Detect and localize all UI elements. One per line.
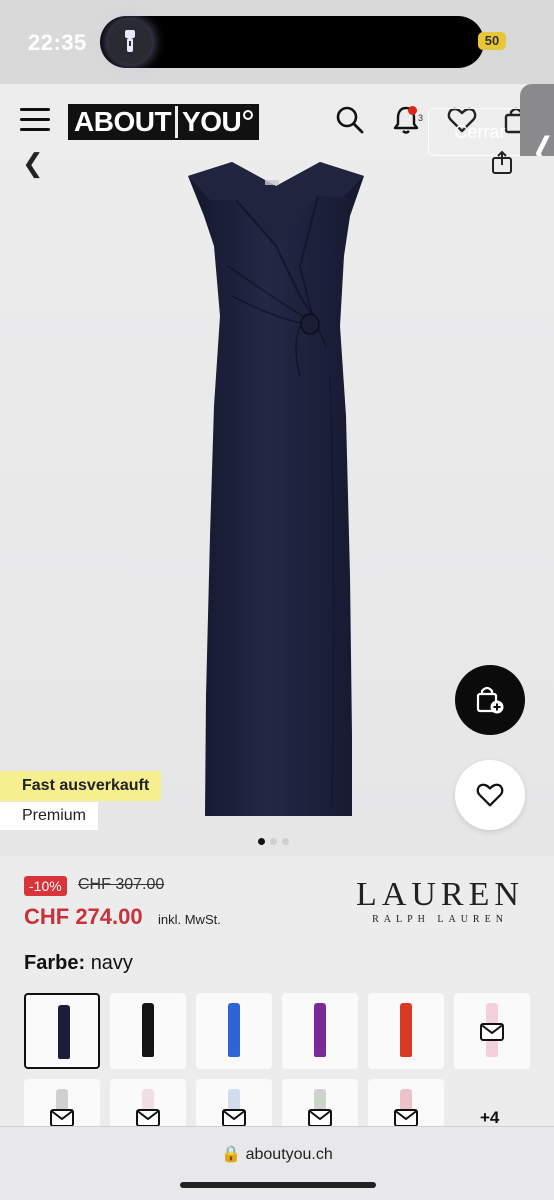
pagination-dot[interactable] xyxy=(270,838,277,845)
color-swatch-pink[interactable] xyxy=(454,993,530,1069)
envelope-icon xyxy=(394,1109,418,1127)
heart-outline-icon xyxy=(476,783,504,807)
envelope-icon xyxy=(136,1109,160,1127)
swatch-dress-thumbnail xyxy=(142,1003,154,1057)
logo-right: YOU xyxy=(178,106,257,138)
search-icon[interactable] xyxy=(334,104,366,136)
envelope-icon xyxy=(222,1109,246,1127)
discount-badge: -10% xyxy=(24,876,67,896)
envelope-icon xyxy=(50,1109,74,1127)
site-logo[interactable]: ABOUT YOU xyxy=(68,104,260,140)
envelope-icon xyxy=(308,1109,332,1127)
brand-name: LAUREN xyxy=(356,876,524,913)
dynamic-island xyxy=(100,16,484,68)
menu-icon[interactable] xyxy=(20,108,50,132)
swatch-dress-thumbnail xyxy=(400,1003,412,1057)
color-swatch-navy[interactable] xyxy=(24,993,100,1069)
premium-badge: Premium xyxy=(0,802,99,830)
url-text[interactable]: 🔒 aboutyou.ch xyxy=(0,1144,554,1164)
color-value: navy xyxy=(90,952,133,974)
share-icon[interactable] xyxy=(490,150,514,176)
color-swatch-purple[interactable] xyxy=(282,993,358,1069)
original-price: CHF 307.00 xyxy=(78,876,165,893)
vat-note: inkl. MwSt. xyxy=(158,912,221,927)
flashlight-icon xyxy=(108,20,152,64)
product-photo xyxy=(188,162,364,816)
back-chevron-icon[interactable]: ❮ xyxy=(22,148,44,179)
sale-badge: Fast ausverkauft xyxy=(0,771,162,801)
notification-dot xyxy=(408,106,417,115)
product-image-gallery[interactable] xyxy=(0,156,554,856)
notification-count: 3 xyxy=(418,113,424,123)
envelope-icon xyxy=(480,1023,504,1041)
bag-plus-icon xyxy=(476,686,504,714)
home-indicator[interactable] xyxy=(180,1182,376,1188)
status-time: 22:35 xyxy=(28,30,87,55)
color-label: Farbe: navy xyxy=(24,952,133,974)
swatch-dress-thumbnail xyxy=(314,1003,326,1057)
color-swatch-black[interactable] xyxy=(110,993,186,1069)
battery-indicator: 50 xyxy=(478,32,506,50)
image-pagination[interactable] xyxy=(258,838,289,845)
swatch-dress-thumbnail xyxy=(58,1005,70,1059)
brand-subname: RALPH LAUREN xyxy=(372,914,508,925)
more-colors[interactable]: +4 xyxy=(480,1108,499,1128)
add-to-bag-button[interactable] xyxy=(455,665,525,735)
brand-logo[interactable]: LAUREN RALPH LAUREN xyxy=(348,876,532,926)
logo-left: ABOUT xyxy=(74,106,172,137)
color-swatch-red[interactable] xyxy=(368,993,444,1069)
close-overlay-button[interactable]: Cerrar xyxy=(428,108,526,156)
pagination-dot[interactable] xyxy=(282,838,289,845)
sale-price: CHF 274.00 xyxy=(24,904,143,929)
pagination-dot[interactable] xyxy=(258,838,265,845)
swatch-dress-thumbnail xyxy=(228,1003,240,1057)
wishlist-button[interactable] xyxy=(455,760,525,830)
color-swatch-blue[interactable] xyxy=(196,993,272,1069)
